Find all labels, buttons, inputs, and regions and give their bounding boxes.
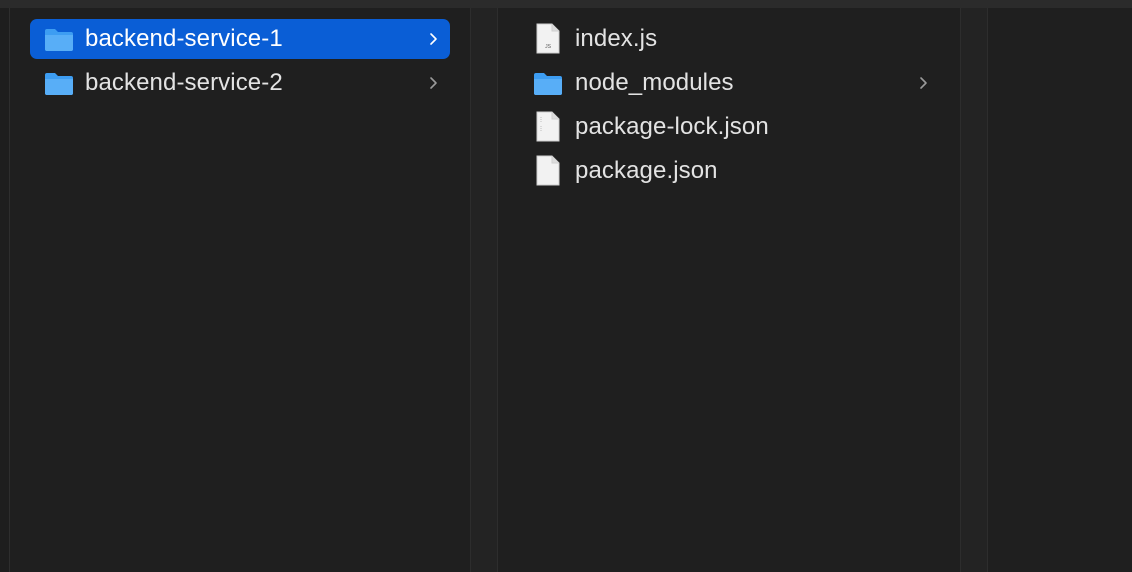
chevron-right-icon [920,77,927,89]
column-3[interactable] [988,8,1132,572]
list-item-package-json[interactable]: package.json [520,151,940,191]
item-label: backend-service-2 [85,69,283,96]
item-label: node_modules [575,69,734,96]
list-item-backend-service-2[interactable]: backend-service-2 [30,63,450,103]
toolbar-edge [0,0,1132,8]
item-label: package-lock.json [575,113,769,140]
folder-icon [534,73,562,95]
chevron-right-icon [430,33,437,45]
list-item-package-lock-json[interactable]: package-lock.json [520,107,940,147]
list-item-index-js[interactable]: JS index.js [520,19,940,59]
item-label: package.json [575,157,718,184]
column-resize-handle[interactable] [470,8,498,572]
item-label: index.js [575,25,658,52]
json-file-icon [536,111,560,142]
js-file-icon: JS [536,23,560,54]
column-divider [9,8,10,572]
folder-icon [45,29,73,51]
column-browser: backend-service-1 backend-service-2 JS i… [0,0,1132,572]
column-resize-handle[interactable] [960,8,988,572]
list-item-backend-service-1[interactable]: backend-service-1 [30,19,450,59]
json-file-icon [536,155,560,186]
folder-icon [45,73,73,95]
chevron-right-icon [430,77,437,89]
file-badge: JS [545,44,552,50]
list-item-node-modules[interactable]: node_modules [520,63,940,103]
item-label: backend-service-1 [85,25,283,52]
